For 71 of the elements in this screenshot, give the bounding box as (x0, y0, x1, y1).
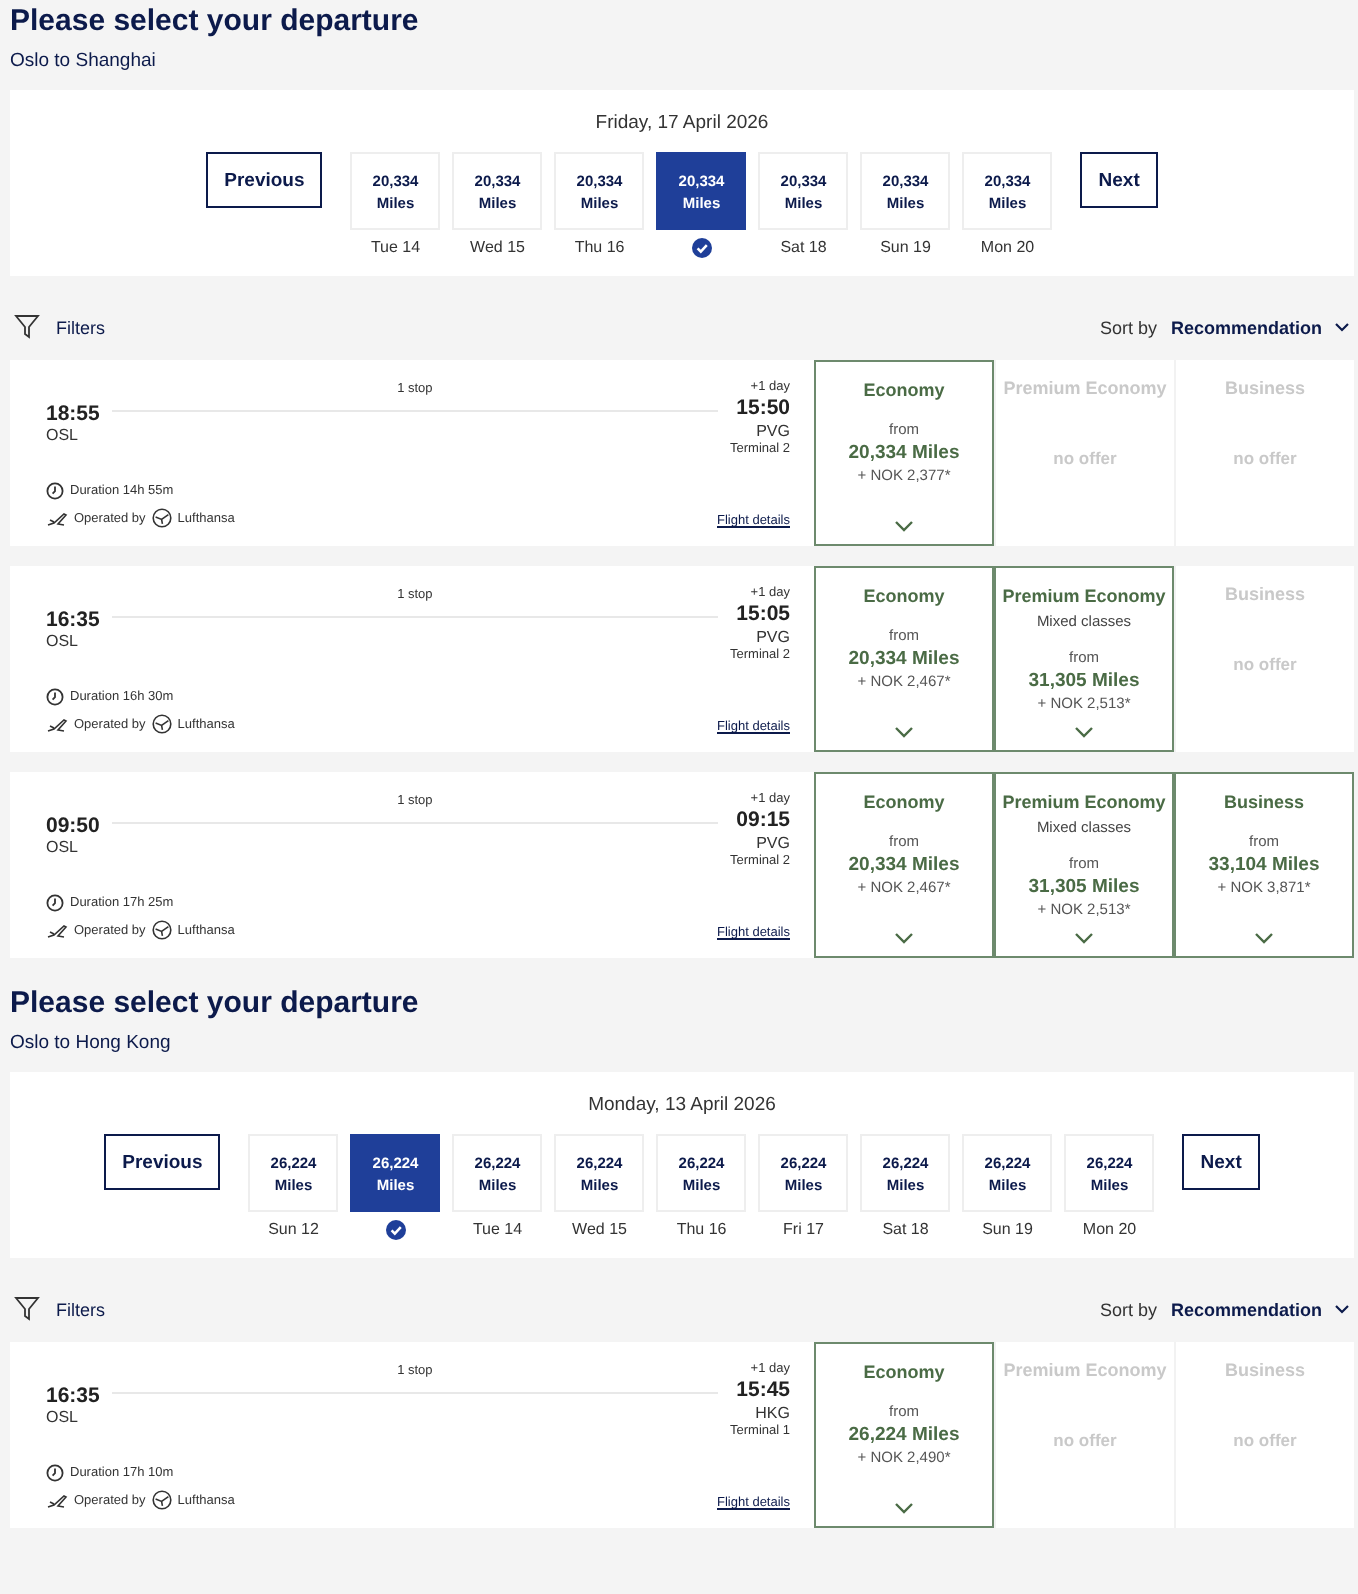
next-button[interactable]: Next (1080, 152, 1158, 208)
day-label: Sun 19 (880, 238, 931, 256)
check-icon (691, 238, 712, 258)
route-text: Oslo to Hong Kong (10, 1032, 173, 1054)
caret-icon (1334, 322, 1350, 332)
previous-button[interactable]: Previous (206, 152, 323, 208)
arrival-time: 15:50 (736, 396, 790, 420)
previous-button[interactable]: Previous (104, 1134, 221, 1190)
plane-icon (46, 921, 68, 939)
day-label: Mon 20 (1082, 1220, 1137, 1238)
date-heading: Friday, 17 April 2026 (593, 112, 771, 134)
day-label: Sun 19 (982, 1220, 1033, 1238)
clock-icon (46, 894, 64, 912)
airport-code: OSL (46, 838, 81, 856)
day-label: Tue 14 (472, 1220, 523, 1238)
filter-icon (14, 1296, 40, 1322)
day-label: Sat 18 (882, 1220, 929, 1238)
chevron-down-icon (1254, 932, 1274, 944)
clock-icon (46, 1464, 64, 1482)
filter-icon (14, 314, 40, 340)
airport-code: PVG (756, 422, 790, 440)
plane-icon (46, 1491, 68, 1509)
sort-label: Sort by (1099, 1299, 1157, 1319)
day-label: Sun 12 (268, 1220, 319, 1238)
filters-button[interactable]: Filters (14, 1296, 105, 1322)
bird-logo-icon (151, 1490, 172, 1510)
date-heading: Monday, 13 April 2026 (586, 1094, 778, 1116)
airport-code: PVG (756, 628, 790, 646)
arrival-time: 15:05 (736, 602, 790, 626)
sort-dropdown[interactable]: Recommendation (1170, 317, 1350, 337)
airport-code: HKG (755, 1404, 790, 1422)
sort-label: Sort by (1099, 317, 1157, 337)
departure-time: 16:35 (46, 608, 100, 632)
airport-code: PVG (756, 834, 790, 852)
check-icon (385, 1220, 406, 1240)
next-button[interactable]: Next (1182, 1134, 1260, 1190)
chevron-down-icon (894, 932, 914, 944)
plane-icon (46, 509, 68, 527)
day-label: Fri 17 (783, 1220, 824, 1238)
chevron-down-icon (1074, 726, 1094, 738)
page-heading: Please select your departure (10, 4, 419, 40)
chevron-down-icon (894, 1502, 914, 1514)
bird-logo-icon (151, 508, 172, 528)
chevron-down-icon (894, 726, 914, 738)
bird-logo-icon (151, 920, 172, 940)
sort-dropdown[interactable]: Recommendation (1170, 1299, 1350, 1319)
arrival-time: 09:15 (736, 808, 790, 832)
airport-code: OSL (46, 632, 81, 650)
day-label: Tue 14 (370, 238, 421, 256)
arrival-time: 15:45 (736, 1378, 790, 1402)
airport-code: OSL (46, 426, 81, 444)
departure-time: 18:55 (46, 402, 100, 426)
day-label: Sat 18 (780, 238, 827, 256)
day-label: Wed 15 (572, 1220, 627, 1238)
page-heading: Please select your departure (10, 986, 419, 1022)
day-label: Thu 16 (574, 238, 625, 256)
clock-icon (46, 688, 64, 706)
clock-icon (46, 482, 64, 500)
airport-code: OSL (46, 1408, 81, 1426)
route-text: Oslo to Shanghai (10, 50, 158, 72)
plane-icon (46, 715, 68, 733)
filters-button[interactable]: Filters (14, 314, 105, 340)
day-label: Mon 20 (980, 238, 1035, 256)
day-label: Thu 16 (676, 1220, 727, 1238)
caret-icon (1334, 1304, 1350, 1314)
day-label: Wed 15 (470, 238, 525, 256)
departure-time: 16:35 (46, 1384, 100, 1408)
chevron-down-icon (894, 520, 914, 532)
chevron-down-icon (1074, 932, 1094, 944)
bird-logo-icon (151, 714, 172, 734)
departure-time: 09:50 (46, 814, 100, 838)
